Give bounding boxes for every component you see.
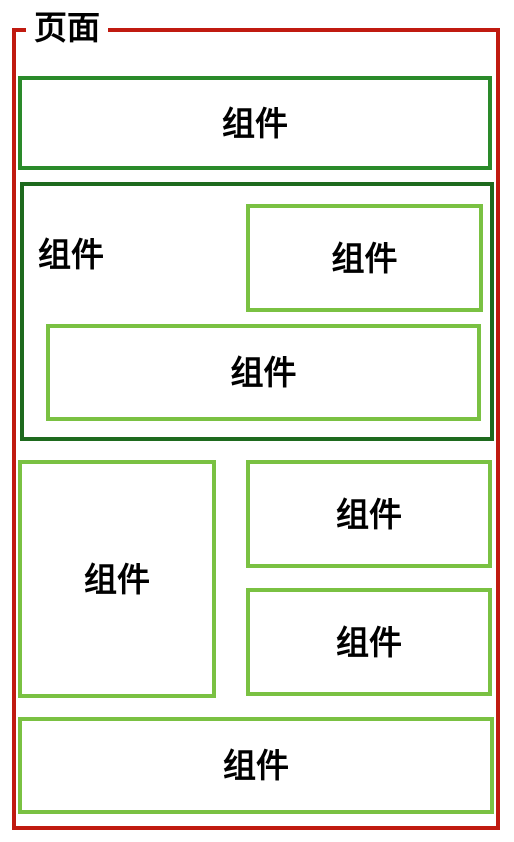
component-label: 组件: [336, 494, 402, 534]
component-label: 组件: [38, 235, 104, 274]
component-label: 组件: [222, 103, 288, 143]
component-left-tall: 组件: [18, 460, 216, 698]
component-top: 组件: [18, 76, 492, 170]
component-label: 组件: [223, 746, 289, 785]
component-label: 组件: [230, 353, 297, 392]
page-title: 页面: [26, 9, 108, 47]
component-nested-top-right: 组件: [246, 204, 483, 312]
component-label: 组件: [331, 238, 398, 278]
component-label: 组件: [84, 559, 150, 599]
component-label: 组件: [336, 622, 402, 662]
component-right-lower: 组件: [246, 588, 492, 696]
component-right-upper: 组件: [246, 460, 492, 568]
component-bottom: 组件: [18, 717, 494, 814]
component-nested-bottom: 组件: [46, 324, 481, 421]
